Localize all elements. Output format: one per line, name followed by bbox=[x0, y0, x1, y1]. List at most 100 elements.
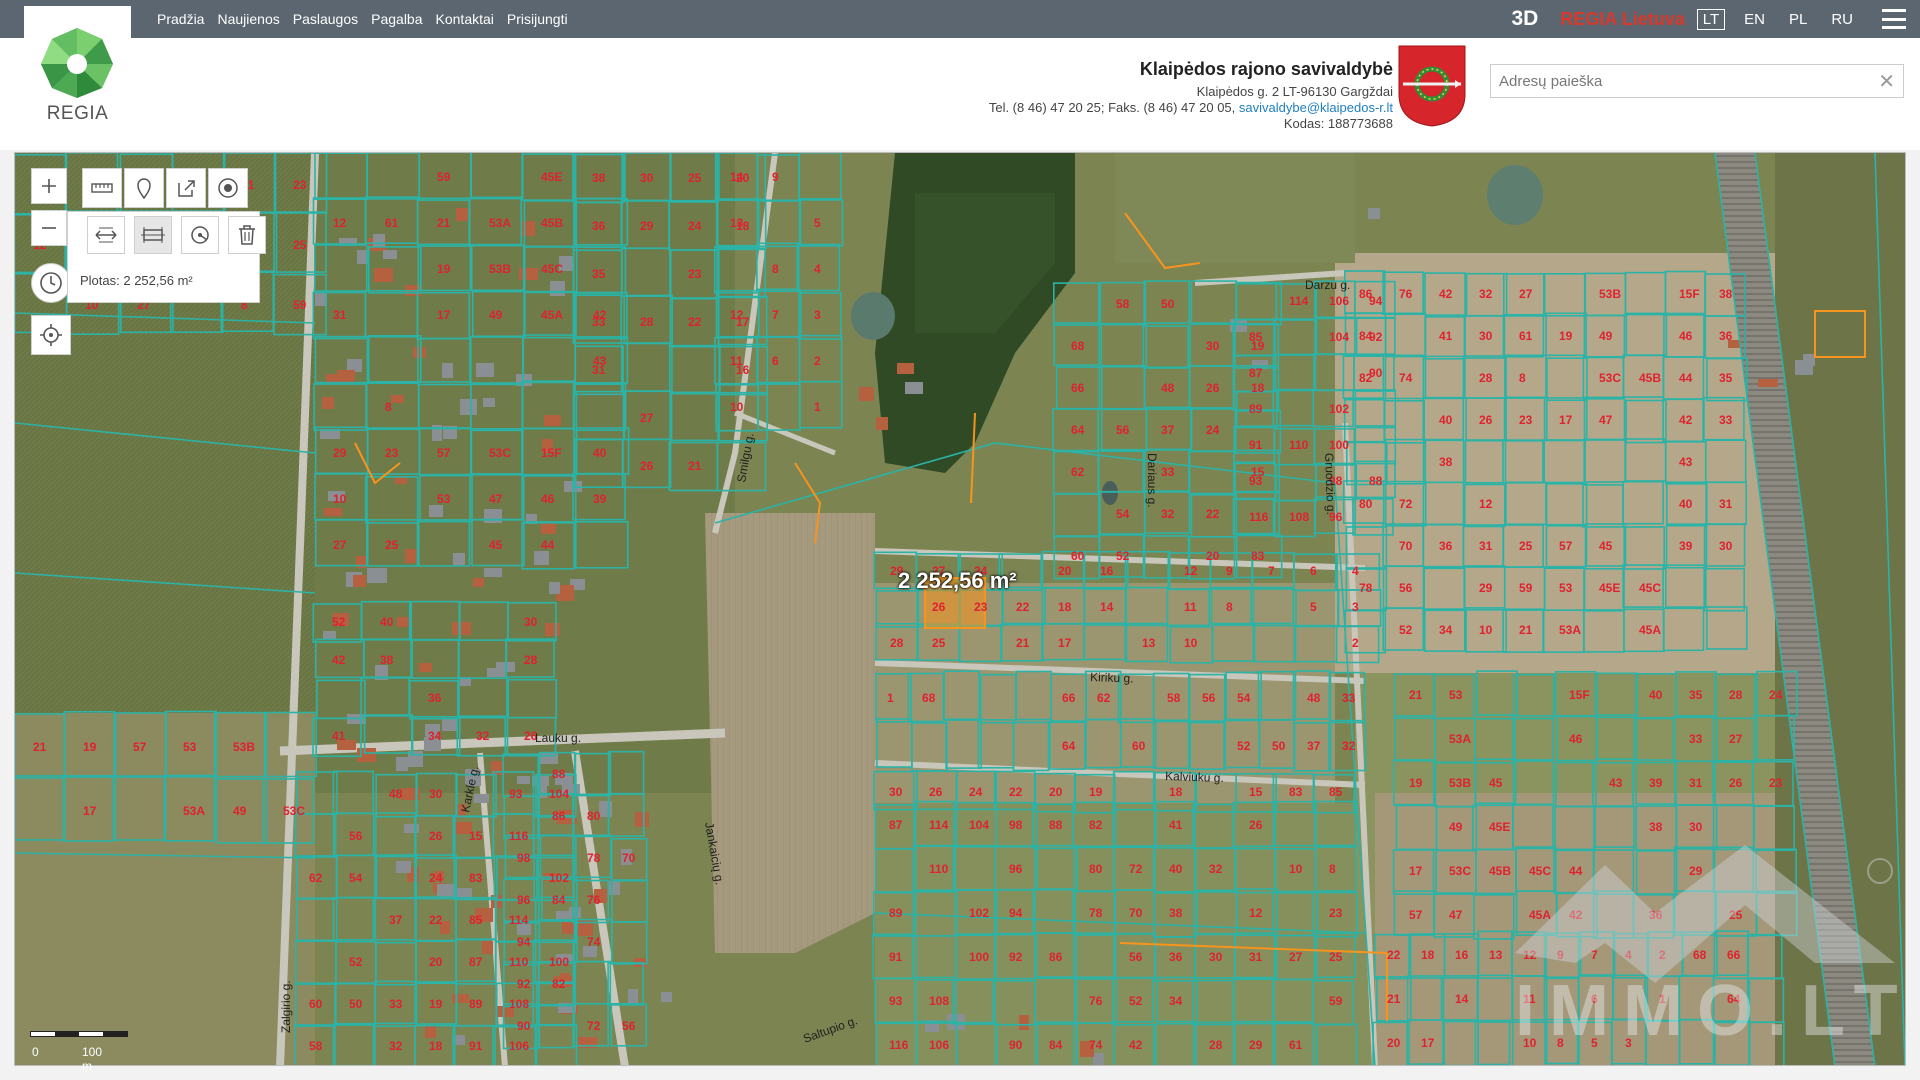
marker-tool-button[interactable] bbox=[124, 168, 164, 208]
building bbox=[357, 748, 376, 762]
top-bar: Pradžia Naujienos Paslaugos Pagalba Kont… bbox=[0, 0, 1920, 38]
nav-item-services[interactable]: Paslaugos bbox=[293, 11, 358, 27]
parcel-number: 52 bbox=[1399, 623, 1413, 637]
ruler-icon bbox=[91, 183, 113, 193]
building bbox=[876, 417, 888, 430]
parcel-number: 14 bbox=[1455, 992, 1469, 1006]
history-button[interactable] bbox=[31, 263, 71, 303]
lang-pl[interactable]: PL bbox=[1784, 10, 1812, 29]
parcel-number: 14 bbox=[1100, 600, 1114, 614]
measure-tool-button[interactable] bbox=[82, 168, 122, 208]
parcel-number: 42 bbox=[1439, 287, 1453, 301]
parcel-number: 35 bbox=[1689, 688, 1703, 702]
parcel-number: 45A bbox=[541, 308, 563, 322]
parcel-number: 83 bbox=[469, 871, 483, 885]
parcel-number: 92 bbox=[517, 977, 531, 991]
parcel-number: 7 bbox=[772, 308, 779, 322]
parcel-number: 26 bbox=[429, 829, 443, 843]
parcel-number: 30 bbox=[524, 615, 538, 629]
parcel-number: 12 bbox=[730, 308, 744, 322]
parcel-number: 22 bbox=[1016, 600, 1030, 614]
measure-area-button[interactable] bbox=[134, 216, 172, 254]
parcel-number: 53 bbox=[183, 740, 197, 754]
parcel-number: 59 bbox=[1329, 994, 1343, 1008]
parcel-number: 30 bbox=[889, 785, 903, 799]
parcel-number: 74 bbox=[1399, 371, 1413, 385]
parcel-number: 82 bbox=[1359, 371, 1373, 385]
zoom-out-button[interactable] bbox=[31, 210, 67, 246]
parcel-number: 70 bbox=[622, 851, 636, 865]
parcel-number: 72 bbox=[1129, 862, 1143, 876]
parcel-number: 25 bbox=[1519, 539, 1533, 553]
parcel-number: 16 bbox=[1100, 564, 1114, 578]
parcel-number: 16 bbox=[1455, 948, 1469, 962]
regia-logo[interactable]: REGIA bbox=[24, 6, 131, 150]
parcel-number: 30 bbox=[1719, 539, 1733, 553]
locate-button[interactable] bbox=[31, 315, 71, 355]
lang-en[interactable]: EN bbox=[1739, 10, 1770, 29]
parcel-number: 54 bbox=[1237, 691, 1251, 705]
nav-item-help[interactable]: Pagalba bbox=[371, 11, 422, 27]
parcel-number: 45E bbox=[1599, 581, 1620, 595]
address-search-input[interactable] bbox=[1491, 65, 1877, 97]
delete-measure-button[interactable] bbox=[228, 216, 266, 254]
parcel-number: 42 bbox=[1129, 1038, 1143, 1052]
parcel-number: 23 bbox=[1329, 906, 1343, 920]
building bbox=[550, 281, 565, 296]
map-canvas[interactable]: 1231291027618232559211917575353A53B4953C… bbox=[15, 153, 1906, 1066]
parcel-number: 52 bbox=[349, 955, 363, 969]
zoom-in-button[interactable] bbox=[31, 168, 67, 204]
parcel-number: 45A bbox=[1639, 623, 1661, 637]
clear-search-icon[interactable]: ✕ bbox=[1878, 69, 1895, 94]
map-viewport[interactable]: 12 31 29 10 27 61 8 23 25 59 21 19 17 57 53 53A 53B 49 53C… bbox=[14, 152, 1906, 1066]
municipality-email-link[interactable]: savivaldybe@klaipedos-r.lt bbox=[1239, 100, 1393, 115]
view-3d-button[interactable]: 3D bbox=[1512, 7, 1539, 31]
measure-distance-button[interactable] bbox=[87, 216, 125, 254]
parcel-number: 56 bbox=[1129, 950, 1143, 964]
building bbox=[324, 508, 342, 516]
parcel-number: 44 bbox=[541, 538, 555, 552]
parcel-number: 62 bbox=[1071, 465, 1085, 479]
parcel-number: 28 bbox=[640, 315, 654, 329]
parcel-number: 57 bbox=[437, 446, 451, 460]
field-northeast bbox=[1115, 153, 1355, 263]
scale-label: 100 m bbox=[82, 1045, 103, 1073]
parcel-number: 64 bbox=[1071, 423, 1085, 437]
parcel-number: 58 bbox=[1167, 691, 1181, 705]
address-search: ✕ bbox=[1490, 64, 1904, 98]
parcel-number: 7 bbox=[1268, 564, 1275, 578]
nav-item-login[interactable]: Prisijungti bbox=[507, 11, 568, 27]
parcel-number: 43 bbox=[1679, 455, 1693, 469]
parcel-number: 40 bbox=[1679, 497, 1693, 511]
parcel-number: 61 bbox=[1519, 329, 1533, 343]
menu-icon[interactable] bbox=[1882, 9, 1906, 29]
parcel-number: 8 bbox=[1519, 371, 1526, 385]
nav-item-contacts[interactable]: Kontaktai bbox=[436, 11, 494, 27]
building bbox=[456, 208, 468, 221]
parcel-number: 49 bbox=[1449, 820, 1463, 834]
parcel-number: 30 bbox=[640, 171, 654, 185]
parcel-number: 89 bbox=[889, 906, 903, 920]
nav-item-home[interactable]: Pradžia bbox=[157, 11, 204, 27]
parcel-number: 110 bbox=[1289, 438, 1309, 452]
nav-item-news[interactable]: Naujienos bbox=[217, 11, 279, 27]
parcel-number: 30 bbox=[1209, 950, 1223, 964]
parcel-number: 23 bbox=[974, 600, 988, 614]
parcel-number: 102 bbox=[549, 871, 569, 885]
lang-lt[interactable]: LT bbox=[1696, 8, 1726, 30]
building bbox=[374, 268, 393, 282]
parcel-number: 80 bbox=[1089, 862, 1103, 876]
parcel-number: 53B bbox=[489, 262, 511, 276]
parcel-number: 56 bbox=[1116, 423, 1130, 437]
measure-circle-button[interactable] bbox=[181, 216, 219, 254]
parcel-number: 6 bbox=[772, 354, 779, 368]
parcel-number: 24 bbox=[429, 871, 443, 885]
parcel-number: 53C bbox=[283, 804, 305, 818]
lang-ru[interactable]: RU bbox=[1826, 10, 1858, 29]
street-label: Zalgirio g. bbox=[279, 980, 293, 1033]
export-button[interactable] bbox=[166, 168, 206, 208]
parcel-number: 2 bbox=[814, 354, 821, 368]
target-button[interactable] bbox=[208, 168, 248, 208]
parcel-number: 78 bbox=[1089, 906, 1103, 920]
street-label: Kalviuku g. bbox=[1165, 769, 1224, 785]
